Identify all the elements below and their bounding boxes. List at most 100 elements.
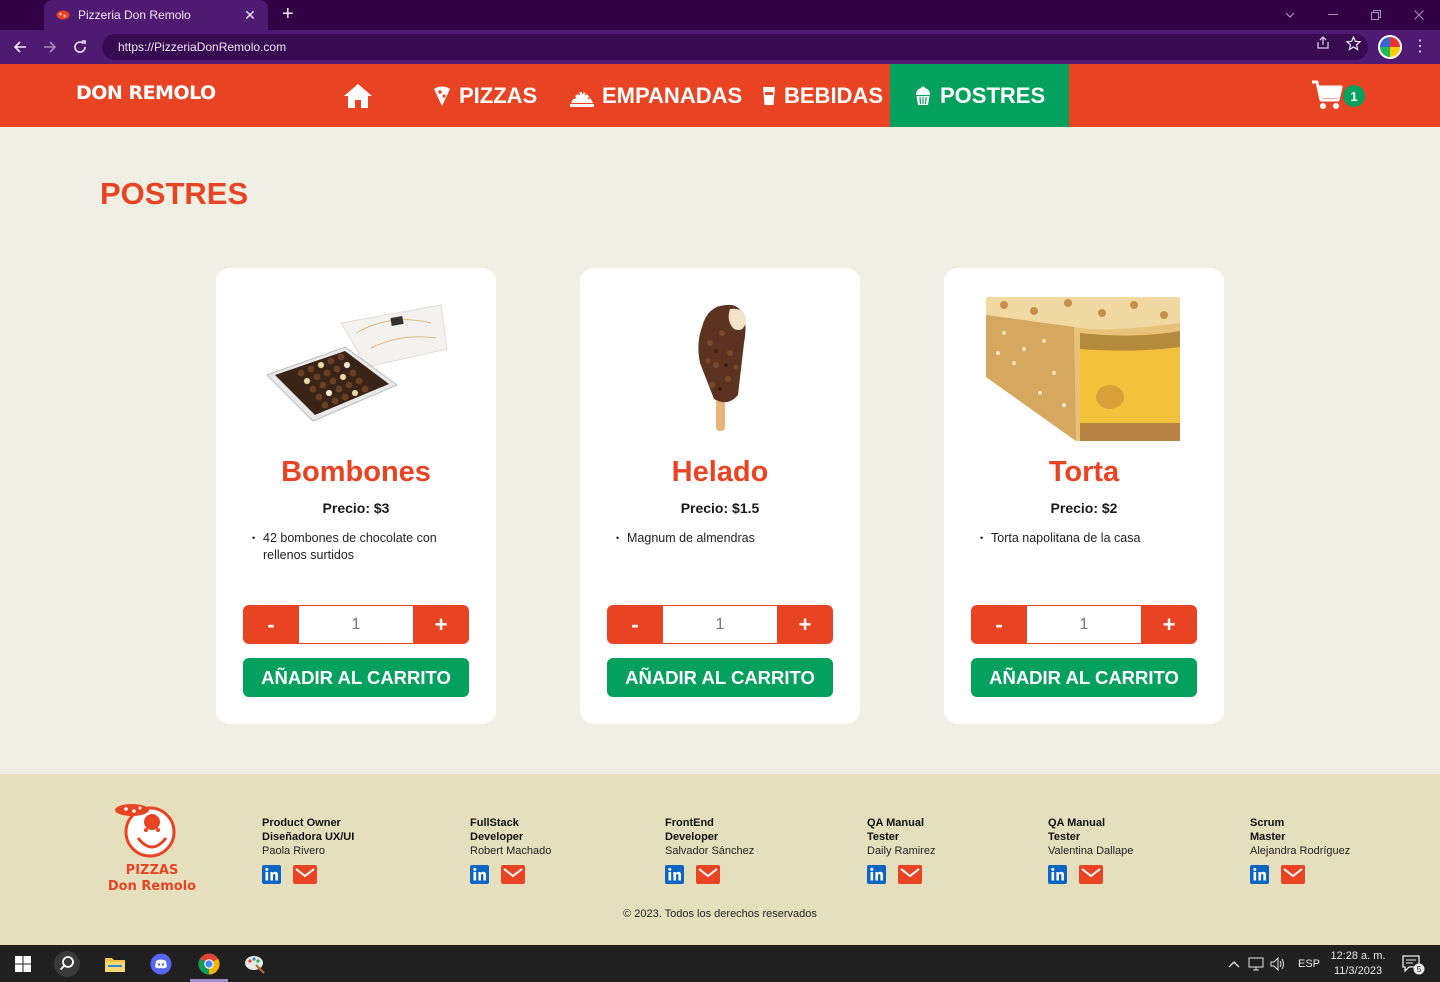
ice-cream-image	[600, 288, 840, 448]
share-icon[interactable]	[1315, 35, 1331, 51]
member-name: Valentina Dallape	[1048, 845, 1134, 857]
footer-logo-line1: PIZZAS	[126, 863, 179, 878]
linkedin-icon[interactable]	[1250, 865, 1269, 884]
tab-title: Pizzeria Don Remolo	[78, 8, 191, 22]
mail-icon[interactable]	[1079, 865, 1103, 884]
browser-menu-icon[interactable]: ⋮	[1412, 36, 1428, 58]
drink-glass-icon	[762, 86, 776, 106]
linkedin-icon[interactable]	[665, 865, 684, 884]
clock-date: 11/3/2023	[1333, 965, 1383, 977]
file-explorer-icon[interactable]	[100, 949, 130, 979]
mail-icon[interactable]	[293, 865, 317, 884]
address-bar[interactable]: https://PizzeriaDonRemolo.com	[102, 34, 1368, 60]
cart-icon	[1312, 80, 1343, 109]
product-card: Bombones Precio: $3 42 bombones de choco…	[216, 268, 496, 724]
team-member: FrontEnd Developer Salvador Sánchez	[665, 816, 754, 884]
decrease-quantity-button[interactable]: -	[607, 605, 663, 644]
network-icon[interactable]	[1248, 957, 1264, 971]
cake-slice-image	[964, 288, 1204, 448]
chrome-icon[interactable]	[194, 949, 224, 979]
member-role-line2: Developer	[470, 831, 524, 843]
member-links	[1250, 865, 1350, 884]
cupcake-icon	[914, 86, 932, 106]
windows-start-icon[interactable]	[8, 949, 38, 979]
member-name: Paola Rivero	[262, 845, 325, 857]
restore-icon[interactable]	[1354, 0, 1397, 30]
nav-postres[interactable]: POSTRES	[890, 64, 1070, 127]
member-role-line2: Developer	[665, 831, 719, 843]
search-icon[interactable]	[52, 949, 82, 979]
increase-quantity-button[interactable]: +	[777, 605, 833, 644]
linkedin-icon[interactable]	[867, 865, 886, 884]
pizza-slice-icon	[433, 85, 451, 107]
browser-tab[interactable]: Pizzeria Don Remolo ✕	[44, 0, 268, 30]
mail-icon[interactable]	[501, 865, 525, 884]
mail-icon[interactable]	[1281, 865, 1305, 884]
quantity-input[interactable]	[663, 605, 777, 644]
clock-time: 12:28 a. m.	[1330, 950, 1386, 962]
quantity-stepper: - +	[971, 605, 1197, 644]
forward-icon[interactable]	[39, 36, 61, 58]
product-card: Helado Precio: $1.5 Magnum de almendras …	[580, 268, 860, 724]
volume-icon[interactable]	[1270, 956, 1286, 971]
member-role-line2: Diseñadora UX/UI	[262, 831, 355, 843]
site-logo[interactable]: DON REMOLO	[76, 82, 216, 104]
new-tab-button[interactable]: +	[282, 4, 294, 24]
url-text: https://PizzeriaDonRemolo.com	[118, 40, 287, 54]
profile-avatar[interactable]	[1378, 35, 1402, 59]
bookmark-star-icon[interactable]	[1345, 35, 1361, 51]
member-links	[262, 865, 354, 884]
member-role-line2: Master	[1250, 831, 1286, 843]
member-role-line1: FullStack	[470, 817, 519, 829]
nav-pizzas-label: PIZZAS	[459, 82, 538, 108]
member-links	[470, 865, 551, 884]
close-window-icon[interactable]	[1397, 0, 1440, 30]
add-to-cart-button[interactable]: AÑADIR AL CARRITO	[607, 658, 833, 697]
keyboard-language[interactable]: ESP	[1298, 958, 1320, 970]
tab-search-icon[interactable]	[1268, 0, 1311, 30]
increase-quantity-button[interactable]: +	[1141, 605, 1197, 644]
taskbar-clock[interactable]: 12:28 a. m. 11/3/2023	[1328, 949, 1388, 979]
quantity-stepper: - +	[243, 605, 469, 644]
team-member: QA Manual Tester Valentina Dallape	[1048, 816, 1133, 884]
increase-quantity-button[interactable]: +	[413, 605, 469, 644]
add-to-cart-button[interactable]: AÑADIR AL CARRITO	[971, 658, 1197, 697]
footer-logo-line2: Don Remolo	[108, 879, 196, 894]
close-tab-icon[interactable]: ✕	[242, 8, 258, 22]
linkedin-icon[interactable]	[470, 865, 489, 884]
add-to-cart-button[interactable]: AÑADIR AL CARRITO	[243, 658, 469, 697]
os-taskbar: ESP 12:28 a. m. 11/3/2023 5	[0, 945, 1440, 982]
notifications-icon[interactable]: 5	[1398, 949, 1428, 979]
paint-icon[interactable]	[240, 949, 270, 979]
member-role-line1: QA Manual	[867, 817, 925, 829]
team-member: FullStack Developer Robert Machado	[470, 816, 551, 884]
product-price: Precio: $2	[1050, 500, 1118, 516]
member-role-line1: FrontEnd	[665, 817, 714, 829]
tray-expand-icon[interactable]	[1228, 960, 1240, 968]
nav-home[interactable]	[343, 64, 381, 127]
nav-empanadas[interactable]: EMPANADAS	[570, 64, 742, 127]
member-name: Daily Ramirez	[867, 845, 936, 857]
member-role-line1: Product Owner	[262, 817, 341, 829]
browser-tab-bar: Pizzeria Don Remolo ✕ +	[0, 0, 1440, 30]
back-icon[interactable]	[9, 36, 31, 58]
member-links	[867, 865, 935, 884]
member-links	[1048, 865, 1133, 884]
mail-icon[interactable]	[898, 865, 922, 884]
decrease-quantity-button[interactable]: -	[243, 605, 299, 644]
quantity-input[interactable]	[1027, 605, 1141, 644]
nav-bebidas[interactable]: BEBIDAS	[762, 64, 883, 127]
footer-logo[interactable]: PIZZAS Don Remolo	[100, 798, 204, 894]
mail-icon[interactable]	[696, 865, 720, 884]
minimize-icon[interactable]	[1311, 0, 1354, 30]
nav-pizzas[interactable]: PIZZAS	[433, 64, 537, 127]
linkedin-icon[interactable]	[1048, 865, 1067, 884]
reload-icon[interactable]	[69, 36, 91, 58]
linkedin-icon[interactable]	[262, 865, 281, 884]
site-header: DON REMOLO PIZZAS EMPANADAS BEBIDAS POST…	[0, 64, 1440, 127]
discord-icon[interactable]	[146, 949, 176, 979]
quantity-input[interactable]	[299, 605, 413, 644]
system-tray: ESP	[1228, 945, 1320, 982]
team-member: QA Manual Tester Daily Ramirez	[867, 816, 935, 884]
decrease-quantity-button[interactable]: -	[971, 605, 1027, 644]
